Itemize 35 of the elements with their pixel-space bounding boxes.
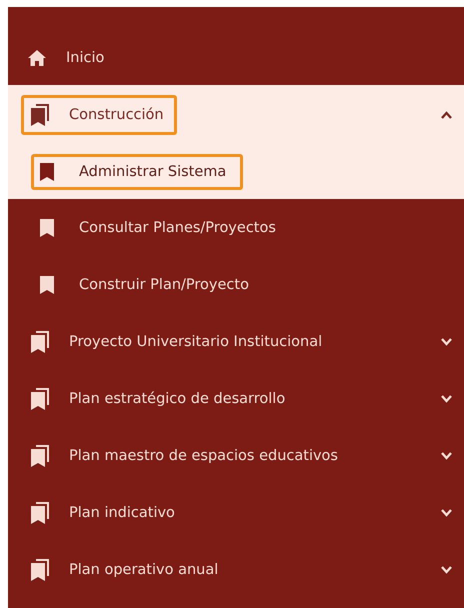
menu-item[interactable]: Inicio xyxy=(8,31,464,85)
bookmarks-icon xyxy=(31,558,49,580)
bookmark-icon xyxy=(40,276,54,294)
home-icon xyxy=(28,50,46,66)
highlight-frame: Construir Plan/Proyecto xyxy=(31,266,266,302)
bookmark-icon xyxy=(40,218,54,236)
menu-group[interactable]: Proyecto Universitario Institucional xyxy=(8,313,464,370)
submenu-item[interactable]: Administrar Sistema xyxy=(8,145,464,199)
bookmarks-icon xyxy=(31,444,49,466)
bookmarks-icon xyxy=(31,330,49,352)
chevron-icon xyxy=(441,338,452,346)
bookmarks-icon xyxy=(31,502,49,524)
chevron-icon xyxy=(441,452,452,460)
bookmarks-icon xyxy=(31,104,49,126)
highlight-frame: Plan operativo anual xyxy=(21,550,232,590)
chevron-icon xyxy=(441,394,452,402)
menu-group[interactable]: Plan estratégico de desarrollo xyxy=(8,370,464,427)
highlight-frame: Construcción xyxy=(21,95,177,135)
chevron-icon xyxy=(441,111,452,119)
menu-group[interactable]: Plan maestro de espacios educativos xyxy=(8,427,464,484)
bookmarks-icon xyxy=(31,388,49,410)
menu-group[interactable]: Plan operativo anual xyxy=(8,541,464,598)
chevron-icon xyxy=(441,508,452,516)
highlight-frame: Plan maestro de espacios educativos xyxy=(21,436,351,476)
chevron-icon xyxy=(441,566,452,574)
menu-group[interactable]: Plan indicativo xyxy=(8,484,464,541)
highlight-frame: Plan estratégico de desarrollo xyxy=(21,378,298,418)
menu-group[interactable]: Construcción xyxy=(8,85,464,145)
highlight-frame: Administrar Sistema xyxy=(31,154,244,190)
submenu-item[interactable]: Consultar Planes/Proyectos xyxy=(8,199,464,256)
highlight-frame: Proyecto Universitario Institucional xyxy=(21,322,336,362)
bookmark-icon xyxy=(40,163,54,181)
highlight-frame: Consultar Planes/Proyectos xyxy=(31,210,293,246)
highlight-frame: Plan indicativo xyxy=(21,492,188,532)
submenu-item[interactable]: Construir Plan/Proyecto xyxy=(8,256,464,313)
